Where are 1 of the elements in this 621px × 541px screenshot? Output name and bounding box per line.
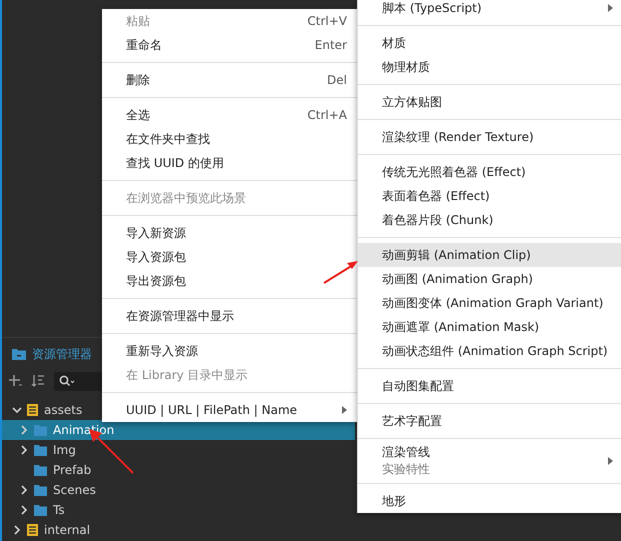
panel-title: 资源管理器 bbox=[32, 346, 92, 362]
